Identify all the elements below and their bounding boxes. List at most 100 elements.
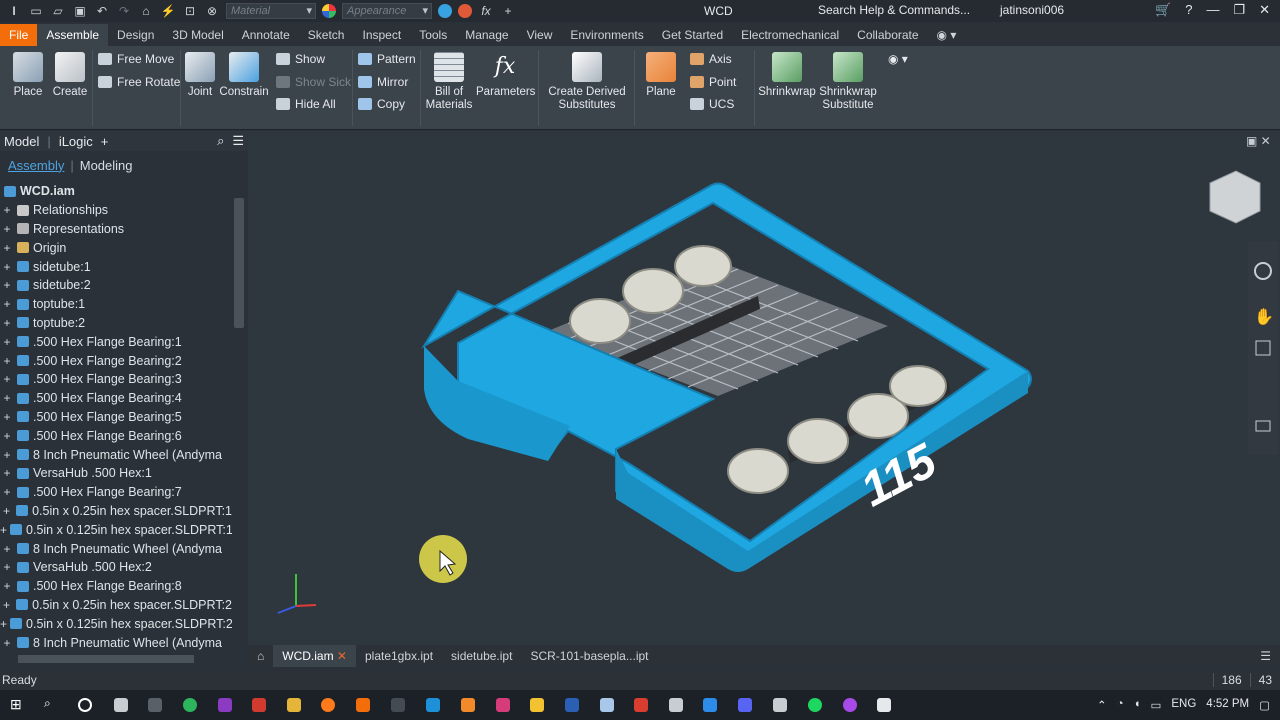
search-icon[interactable]: ⌕ <box>44 696 58 710</box>
tree-node[interactable]: + .500 Hex Flange Bearing:6 <box>0 426 232 445</box>
tree-node[interactable]: + .500 Hex Flange Bearing:3 <box>0 370 232 389</box>
store-icon[interactable] <box>773 698 787 712</box>
tree-node[interactable]: + Representations <box>0 220 232 239</box>
tray-chevron-icon[interactable]: ⌃ <box>1097 698 1107 712</box>
subtab-assembly[interactable]: Assembly <box>8 158 64 173</box>
adjust-appearance-icon[interactable] <box>438 4 452 18</box>
appearance-combo[interactable]: Appearance <box>342 3 432 19</box>
language-indicator[interactable]: ENG <box>1171 698 1196 712</box>
expand-plus-icon[interactable]: + <box>0 241 14 255</box>
parameters-button[interactable]: fx Parameters <box>476 52 535 99</box>
tree-node[interactable]: + toptube:2 <box>0 314 232 333</box>
expand-plus-icon[interactable]: + <box>0 297 14 311</box>
expand-plus-icon[interactable]: + <box>0 278 14 292</box>
subtab-modeling[interactable]: Modeling <box>80 158 133 173</box>
tab-get-started[interactable]: Get Started <box>653 24 732 46</box>
tree-node[interactable]: + toptube:1 <box>0 295 232 314</box>
home-icon[interactable]: ⌂ <box>138 4 154 18</box>
tree-node[interactable]: +8 Inch Pneumatic Wheel (Andyma <box>0 633 232 652</box>
app-gc-icon[interactable] <box>391 698 405 712</box>
tree-node[interactable]: +0.5in x 0.25in hex spacer.SLDPRT:2 <box>0 596 232 615</box>
expand-plus-icon[interactable]: + <box>0 316 14 330</box>
home-tab-icon[interactable]: ⌂ <box>248 645 273 667</box>
terminal-icon[interactable] <box>148 698 162 712</box>
task-view-icon[interactable] <box>114 698 128 712</box>
wifi-icon[interactable]: ◔ <box>1117 698 1124 712</box>
maximize-icon[interactable]: ❐ <box>1233 2 1245 18</box>
browser-horizontal-scrollbar[interactable] <box>0 652 232 666</box>
expand-plus-icon[interactable]: + <box>0 335 14 349</box>
calculator-icon[interactable] <box>669 698 683 712</box>
place-button[interactable]: Place <box>8 52 48 99</box>
tab-list-menu-icon[interactable]: ☰ <box>1251 645 1280 667</box>
ucs-button[interactable]: UCS <box>690 97 734 111</box>
doc-tab-sidetube[interactable]: sidetube.ipt <box>442 645 521 667</box>
browser-vertical-scrollbar[interactable] <box>232 182 246 652</box>
tab-collaborate[interactable]: Collaborate <box>848 24 927 46</box>
tree-node[interactable]: +0.5in x 0.125in hex spacer.SLDPRT:1 <box>0 520 232 539</box>
browser-search-icon[interactable]: ⌕ <box>213 133 228 149</box>
tab-design[interactable]: Design <box>108 24 163 46</box>
close-circle-icon[interactable]: ⊗ <box>204 4 220 18</box>
undo-icon[interactable]: ↶ <box>94 4 110 18</box>
tree-node[interactable]: + .500 Hex Flange Bearing:2 <box>0 351 232 370</box>
show-sick-button[interactable]: Show Sick <box>276 75 351 89</box>
shrinkwrap-button[interactable]: Shrinkwrap <box>758 52 816 99</box>
browser-tab-model[interactable]: Model <box>0 134 43 149</box>
browser-menu-icon[interactable]: ☰ <box>228 133 248 149</box>
tree-node[interactable]: + .500 Hex Flange Bearing:7 <box>0 483 232 502</box>
windows-start-icon[interactable]: ⊞ <box>10 696 24 712</box>
tree-node[interactable]: + Origin <box>0 238 232 257</box>
tab-electromechanical[interactable]: Electromechanical <box>732 24 848 46</box>
show-button[interactable]: Show <box>276 52 325 66</box>
inventor-taskbar-icon[interactable] <box>356 698 370 712</box>
tree-node[interactable]: +8 Inch Pneumatic Wheel (Andyma <box>0 539 232 558</box>
plus-icon[interactable]: + <box>500 4 516 18</box>
tree-node[interactable]: +0.5in x 0.25in hex spacer.SLDPRT:1 <box>0 502 232 521</box>
plane-button[interactable]: Plane <box>640 52 682 99</box>
inventor-logo-icon[interactable]: I <box>6 4 22 18</box>
search-help-field[interactable]: Search Help & Commands... <box>818 3 970 17</box>
word-icon[interactable] <box>565 698 579 712</box>
tree-node[interactable]: + .500 Hex Flange Bearing:1 <box>0 332 232 351</box>
user-account[interactable]: jatinsoni006 <box>1000 3 1064 17</box>
tab-annotate[interactable]: Annotate <box>233 24 299 46</box>
redo-icon[interactable]: ↷ <box>116 4 132 18</box>
appearance-color-icon[interactable] <box>322 4 336 18</box>
expand-plus-icon[interactable]: + <box>0 391 14 405</box>
tab-3d-model[interactable]: 3D Model <box>163 24 232 46</box>
tree-node[interactable]: + .500 Hex Flange Bearing:4 <box>0 389 232 408</box>
cart-icon[interactable]: 🛒 <box>1155 2 1171 18</box>
browser-tab-ilogic[interactable]: iLogic <box>55 134 97 149</box>
scrollbar-thumb[interactable] <box>18 655 194 663</box>
tab-inspect[interactable]: Inspect <box>353 24 410 46</box>
help-icon[interactable]: ? <box>1185 2 1192 18</box>
shrinkwrap-substitute-button[interactable]: Shrinkwrap Substitute <box>818 52 878 112</box>
expand-plus-icon[interactable]: + <box>0 410 14 424</box>
expand-plus-icon[interactable]: + <box>0 523 7 537</box>
messenger-icon[interactable] <box>843 698 857 712</box>
app-purple-icon[interactable] <box>218 698 232 712</box>
create-derived-substitutes-button[interactable]: Create Derived Substitutes <box>544 52 630 112</box>
update-icon[interactable]: ⚡ <box>160 4 176 18</box>
tree-node[interactable]: + sidetube:1 <box>0 257 232 276</box>
expand-plus-icon[interactable]: + <box>0 448 14 462</box>
close-icon[interactable]: ✕ <box>1259 2 1270 18</box>
pan-hand-icon[interactable]: ✋ <box>1254 307 1274 326</box>
doc-tab-plate1gbx[interactable]: plate1gbx.ipt <box>356 645 442 667</box>
tab-view[interactable]: View <box>518 24 562 46</box>
bill-of-materials-button[interactable]: Bill of Materials <box>424 52 474 112</box>
view-cube-icon[interactable] <box>1209 170 1261 224</box>
expand-plus-icon[interactable]: + <box>0 485 14 499</box>
tab-assemble[interactable]: Assemble <box>37 24 109 46</box>
ribbon-options-icon[interactable]: ◉ ▾ <box>928 24 966 46</box>
zoom-meeting-icon[interactable] <box>703 698 717 712</box>
save-icon[interactable]: ▣ <box>72 4 88 18</box>
notification-icon[interactable]: ▢ <box>1259 698 1270 712</box>
new-file-icon[interactable]: ▭ <box>28 4 44 18</box>
tree-node[interactable]: + .500 Hex Flange Bearing:5 <box>0 408 232 427</box>
tree-root[interactable]: WCD.iam <box>0 182 232 201</box>
clock[interactable]: 4:52 PM <box>1206 698 1249 712</box>
expand-plus-icon[interactable]: + <box>0 636 14 650</box>
material-combo[interactable]: Material <box>226 3 316 19</box>
